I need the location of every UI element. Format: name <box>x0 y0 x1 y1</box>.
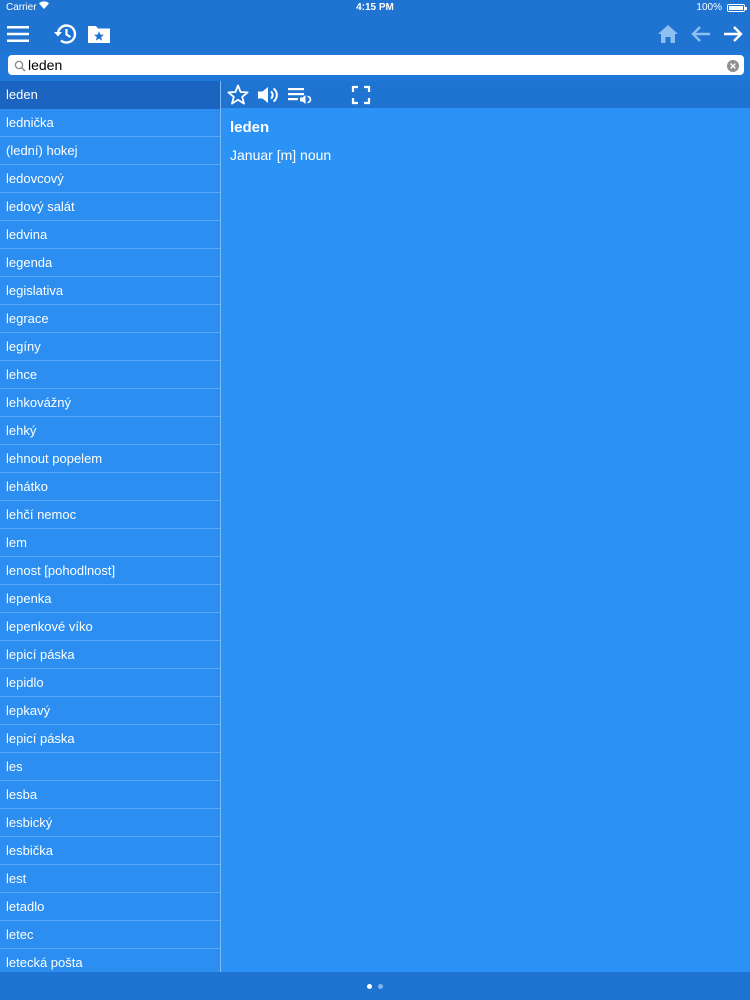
list-item[interactable]: lem <box>0 529 220 557</box>
list-item[interactable]: lehátko <box>0 473 220 501</box>
list-item[interactable]: lepidlo <box>0 669 220 697</box>
page-indicator-dot-active <box>367 984 372 989</box>
list-item[interactable]: lehčí nemoc <box>0 501 220 529</box>
playlist-audio-icon[interactable] <box>287 83 313 106</box>
page-indicator-dot <box>378 984 383 989</box>
list-item[interactable]: legenda <box>0 249 220 277</box>
list-item[interactable]: lehce <box>0 361 220 389</box>
list-item[interactable]: legíny <box>0 333 220 361</box>
list-item[interactable]: lepenka <box>0 585 220 613</box>
list-item[interactable]: (lední) hokej <box>0 137 220 165</box>
entry-headword: leden <box>230 119 270 136</box>
list-item[interactable]: lepenkové víko <box>0 613 220 641</box>
list-item[interactable]: lednička <box>0 109 220 137</box>
list-item[interactable]: lepkavý <box>0 697 220 725</box>
list-item[interactable]: legislativa <box>0 277 220 305</box>
detail-toolbar <box>221 81 750 108</box>
status-time: 4:15 PM <box>356 2 394 13</box>
list-item[interactable]: lehkovážný <box>0 389 220 417</box>
list-item[interactable]: lesba <box>0 781 220 809</box>
forward-arrow-icon[interactable] <box>721 20 745 48</box>
list-item[interactable]: les <box>0 753 220 781</box>
home-icon[interactable] <box>656 20 680 48</box>
list-item[interactable]: ledový salát <box>0 193 220 221</box>
list-item[interactable]: lesbička <box>0 837 220 865</box>
list-item-selected[interactable]: leden <box>0 81 220 109</box>
star-icon[interactable] <box>227 83 249 106</box>
bottom-bar <box>0 972 750 1000</box>
list-item[interactable]: lehký <box>0 417 220 445</box>
battery-label: 100% <box>696 2 722 13</box>
battery-icon <box>727 4 747 12</box>
list-item[interactable]: legrace <box>0 305 220 333</box>
menu-icon[interactable] <box>6 20 30 48</box>
top-toolbar <box>0 16 750 52</box>
search-input[interactable] <box>28 55 728 75</box>
list-item[interactable]: lepicí páska <box>0 641 220 669</box>
list-item[interactable]: letadlo <box>0 893 220 921</box>
history-icon[interactable] <box>52 20 78 48</box>
list-item[interactable]: lepicí páska <box>0 725 220 753</box>
list-item[interactable]: letec <box>0 921 220 949</box>
fullscreen-icon[interactable] <box>351 83 371 106</box>
list-item[interactable]: lenost [pohodlnost] <box>0 557 220 585</box>
list-item[interactable]: lest <box>0 865 220 893</box>
list-item[interactable]: ledovcový <box>0 165 220 193</box>
back-arrow-icon[interactable] <box>689 20 713 48</box>
status-bar: Carrier 4:15 PM 100% <box>0 0 750 16</box>
search-icon <box>14 59 26 72</box>
clear-search-icon[interactable] <box>727 59 739 72</box>
speaker-icon[interactable] <box>256 83 280 106</box>
favorites-folder-icon[interactable] <box>86 20 112 48</box>
list-item[interactable]: lesbický <box>0 809 220 837</box>
list-item[interactable]: letecká pošta <box>0 949 220 972</box>
list-item[interactable]: ledvina <box>0 221 220 249</box>
search-bar <box>8 55 744 75</box>
list-item[interactable]: lehnout popelem <box>0 445 220 473</box>
entry-definition: Januar [m] noun <box>230 147 332 163</box>
word-list[interactable]: leden lednička (lední) hokej ledovcový ledov… <box>0 81 220 972</box>
entry-detail-pane: leden Januar [m] noun <box>221 81 750 972</box>
